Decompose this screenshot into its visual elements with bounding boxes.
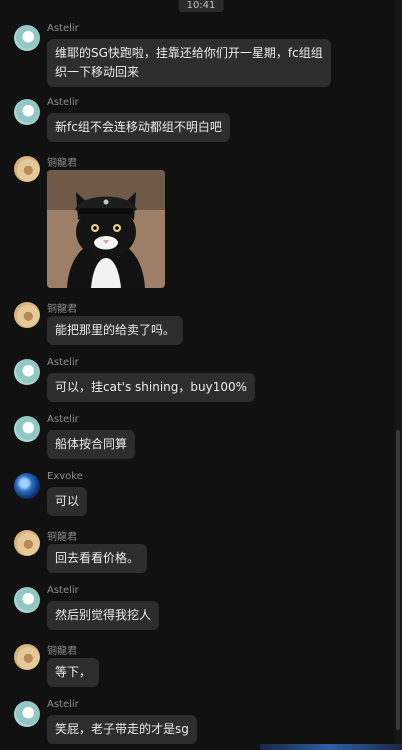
message-bubble[interactable]: 新fc组不会连移动都组不明白吧 [47,113,230,142]
message-bubble[interactable]: 可以 [47,487,88,516]
avatar[interactable] [14,156,40,182]
avatar[interactable] [14,701,40,727]
message-bubble[interactable]: 笑屁，老子带走的才是sg [47,715,197,744]
sender-name: Astelir [47,23,79,34]
sender-name: 铜龍君 [47,158,77,169]
sender-name: Astelir [47,97,79,108]
message-bubble[interactable]: 回去看看价格。 [47,544,148,573]
avatar[interactable] [14,416,40,442]
message-bubble[interactable]: 等下， [47,658,100,687]
timestamp: 10:41 [178,0,224,12]
sender-name: Exvoke [47,471,83,482]
avatar[interactable] [14,99,40,125]
scrollbar[interactable] [394,0,402,750]
avatar[interactable] [14,587,40,613]
sender-name: Astelir [47,699,79,710]
message-bubble[interactable]: 然后别觉得我挖人 [47,601,160,630]
sender-name: Astelir [47,414,79,425]
message-bubble[interactable]: 能把那里的给卖了吗。 [47,316,184,345]
avatar[interactable] [14,302,40,328]
avatar[interactable] [14,359,40,385]
sender-name: 铜龍君 [47,304,77,315]
message-bubble[interactable]: 船体按合同算 [47,430,136,459]
cat-photo-icon [47,170,165,288]
sender-name: 铜龍君 [47,532,77,543]
sender-name: Astelir [47,585,79,596]
avatar[interactable] [14,530,40,556]
chat-window: 10:41 Astelir 维耶的SG快跑啦，挂靠还给你们开一星期，fc组组织一… [0,0,402,750]
sender-name: 铜龍君 [47,646,77,657]
taskbar-edge [260,744,402,750]
image-message[interactable] [47,170,165,288]
message-bubble[interactable]: 维耶的SG快跑啦，挂靠还给你们开一星期，fc组组织一下移动回来 [47,39,331,87]
avatar[interactable] [14,473,40,499]
message-bubble[interactable]: 可以，挂cat's shining，buy100% [47,373,256,402]
sender-name: Astelir [47,357,79,368]
scrollbar-thumb[interactable] [396,430,400,730]
avatar[interactable] [14,25,40,51]
avatar[interactable] [14,644,40,670]
